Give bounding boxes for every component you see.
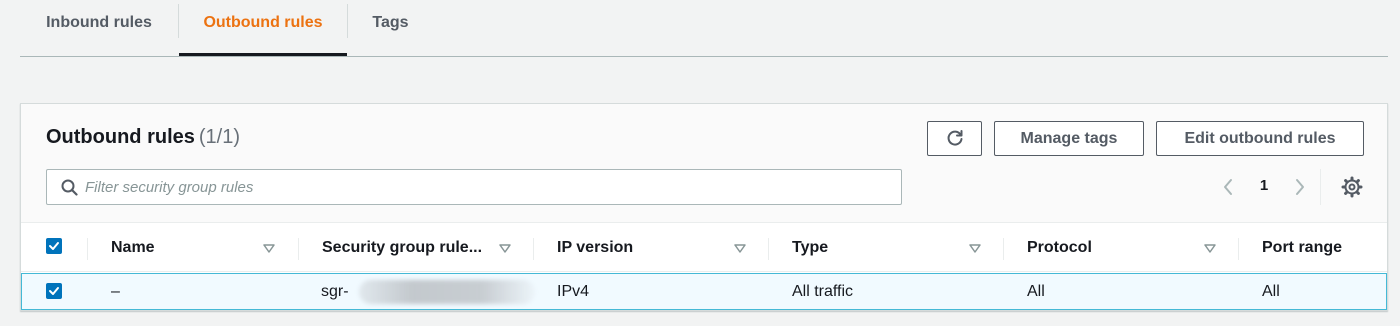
tab-tags[interactable]: Tags	[348, 0, 433, 56]
column-divider	[87, 238, 88, 260]
pagination-divider	[1320, 169, 1321, 205]
refresh-icon	[947, 129, 962, 146]
search-input[interactable]	[85, 171, 885, 203]
search-icon	[61, 179, 78, 196]
sort-caret-down-icon[interactable]	[263, 244, 275, 254]
sort-caret-down-icon[interactable]	[1204, 244, 1216, 254]
column-header-name[interactable]: Name	[111, 224, 155, 272]
column-header-port-range[interactable]: Port range	[1262, 224, 1342, 272]
chevron-right-icon[interactable]	[1293, 177, 1307, 197]
cell-rule-id[interactable]: sgr-	[321, 274, 349, 309]
panel-header: Outbound rules (1/1) Manage tags Edit out…	[21, 104, 1387, 223]
redacted-rule-id	[359, 280, 535, 304]
search-field[interactable]	[46, 169, 902, 205]
cell-port-range: All	[1262, 283, 1280, 300]
edit-outbound-rules-button[interactable]: Edit outbound rules	[1156, 121, 1364, 156]
checkmark-icon	[49, 242, 59, 250]
column-header-rule-id[interactable]: Security group rule...	[322, 224, 482, 272]
column-divider	[1238, 238, 1239, 260]
sort-caret-down-icon[interactable]	[734, 244, 746, 254]
tab-bar: Inbound rules Outbound rules Tags	[20, 0, 1388, 57]
table-row[interactable]: – sgr- IPv4 All traffic All All	[21, 273, 1387, 310]
checkmark-icon	[49, 287, 59, 295]
tab-outbound-rules[interactable]: Outbound rules	[179, 0, 347, 56]
cell-type: All traffic	[792, 283, 854, 300]
panel-title-text: Outbound rules	[46, 126, 195, 148]
column-divider	[298, 238, 299, 260]
column-header-protocol[interactable]: Protocol	[1027, 224, 1092, 272]
cell-protocol: All	[1027, 283, 1045, 300]
rules-count: (1/1)	[198, 126, 241, 148]
tab-inbound-rules[interactable]: Inbound rules	[20, 0, 178, 56]
select-all-checkbox[interactable]	[46, 238, 62, 254]
outbound-rules-panel: Outbound rules (1/1) Manage tags Edit out…	[20, 103, 1388, 311]
column-divider	[768, 238, 769, 260]
table-header: Name Security group rule... IP version T…	[21, 224, 1387, 272]
chevron-left-icon[interactable]	[1221, 177, 1235, 197]
manage-tags-button[interactable]: Manage tags	[994, 121, 1144, 156]
cell-name: –	[111, 283, 120, 300]
column-divider	[533, 238, 534, 260]
sort-caret-down-icon[interactable]	[969, 244, 981, 254]
page-title: Outbound rules (1/1)	[46, 126, 240, 149]
row-checkbox[interactable]	[46, 283, 62, 299]
sort-caret-down-icon[interactable]	[499, 244, 511, 254]
column-header-ip-version[interactable]: IP version	[557, 224, 633, 272]
refresh-button[interactable]	[927, 121, 982, 156]
current-page-number[interactable]: 1	[1257, 177, 1271, 194]
column-header-type[interactable]: Type	[792, 224, 828, 272]
cell-ip-version: IPv4	[557, 283, 590, 300]
gear-icon[interactable]	[1341, 176, 1363, 198]
column-divider	[1003, 238, 1004, 260]
